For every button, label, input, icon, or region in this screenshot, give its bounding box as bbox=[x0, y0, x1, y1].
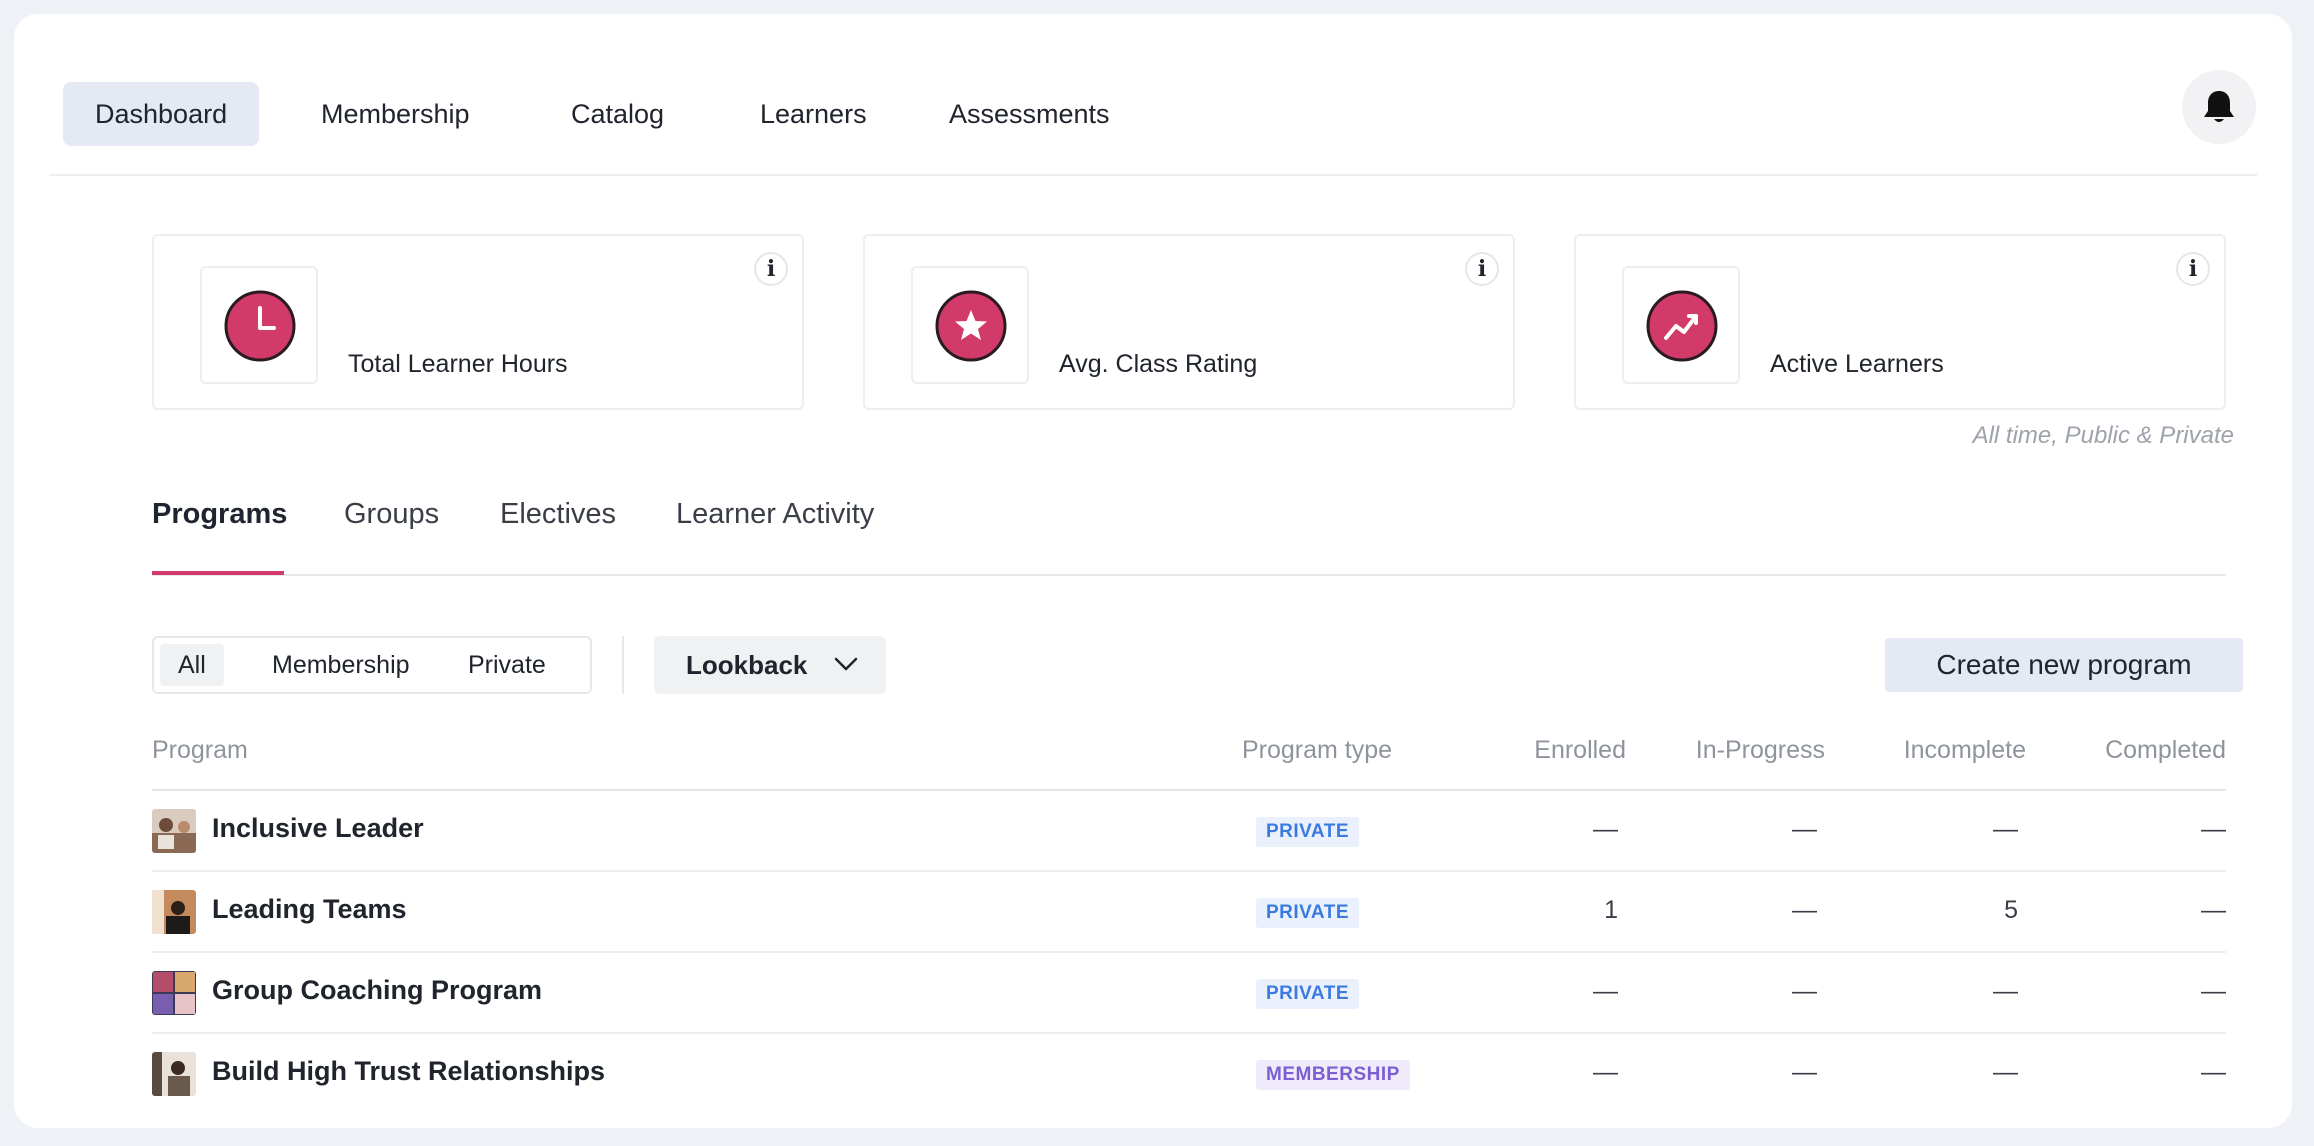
filter-membership[interactable]: Membership bbox=[248, 644, 434, 686]
nav-catalog[interactable]: Catalog bbox=[539, 82, 696, 146]
enrolled-cell: — bbox=[1593, 815, 1618, 843]
nav-dashboard[interactable]: Dashboard bbox=[63, 82, 260, 146]
column-header-program[interactable]: Program bbox=[152, 736, 248, 765]
incomplete-cell: — bbox=[1993, 815, 2018, 843]
in-progress-cell: — bbox=[1792, 1058, 1817, 1086]
column-header-incomplete[interactable]: Incomplete bbox=[1904, 736, 2026, 765]
stat-icon-box bbox=[911, 266, 1029, 384]
program-type-badge: PRIVATE bbox=[1256, 898, 1360, 928]
in-progress-cell: — bbox=[1792, 815, 1817, 843]
table-row[interactable]: Inclusive Leader PRIVATE — — — — bbox=[152, 791, 2226, 872]
stat-icon-box bbox=[200, 266, 318, 384]
program-thumbnail bbox=[152, 971, 196, 1015]
stat-label: Total Learner Hours bbox=[348, 350, 568, 378]
lookback-dropdown[interactable]: Lookback bbox=[654, 636, 886, 694]
stat-card-total-learner-hours: Total Learner Hours i bbox=[152, 234, 804, 410]
nav-catalog-label: Catalog bbox=[571, 99, 665, 129]
nav-membership[interactable]: Membership bbox=[289, 82, 502, 146]
create-new-program-button[interactable]: Create new program bbox=[1885, 638, 2243, 692]
tab-groups[interactable]: Groups bbox=[344, 498, 439, 531]
notifications-button[interactable] bbox=[2182, 70, 2256, 144]
tab-learner-activity[interactable]: Learner Activity bbox=[676, 498, 874, 531]
info-icon[interactable]: i bbox=[754, 252, 788, 286]
lookback-label: Lookback bbox=[686, 650, 808, 680]
in-progress-cell: — bbox=[1792, 977, 1817, 1005]
column-header-in-progress[interactable]: In-Progress bbox=[1696, 736, 1825, 765]
info-icon[interactable]: i bbox=[2176, 252, 2210, 286]
stat-label: Avg. Class Rating bbox=[1059, 350, 1258, 378]
info-icon[interactable]: i bbox=[1465, 252, 1499, 286]
app-window: Dashboard Membership Catalog Learners As… bbox=[14, 14, 2292, 1128]
program-type-badge: PRIVATE bbox=[1256, 817, 1360, 847]
program-type-badge: PRIVATE bbox=[1256, 979, 1360, 1009]
incomplete-cell: — bbox=[1993, 1058, 2018, 1086]
tab-electives[interactable]: Electives bbox=[500, 498, 616, 531]
completed-cell: — bbox=[2201, 896, 2226, 924]
program-thumbnail bbox=[152, 890, 196, 934]
program-thumbnail bbox=[152, 1052, 196, 1096]
completed-cell: — bbox=[2201, 977, 2226, 1005]
program-filter-segmented-control: All Membership Private bbox=[152, 636, 592, 694]
program-name[interactable]: Inclusive Leader bbox=[212, 813, 424, 844]
star-icon bbox=[935, 290, 1007, 362]
enrolled-cell: — bbox=[1593, 977, 1618, 1005]
stat-icon-box bbox=[1622, 266, 1740, 384]
incomplete-cell: 5 bbox=[2004, 896, 2018, 924]
enrolled-cell: — bbox=[1593, 1058, 1618, 1086]
nav-learners-label: Learners bbox=[760, 99, 867, 129]
filter-divider bbox=[622, 636, 624, 694]
table-row[interactable]: Leading Teams PRIVATE 1 — 5 — bbox=[152, 872, 2226, 953]
nav-assessments-label: Assessments bbox=[949, 99, 1110, 129]
enrolled-cell: 1 bbox=[1604, 896, 1618, 924]
nav-learners[interactable]: Learners bbox=[728, 82, 899, 146]
program-name[interactable]: Build High Trust Relationships bbox=[212, 1056, 605, 1087]
stat-card-avg-class-rating: Avg. Class Rating i bbox=[863, 234, 1515, 410]
stats-caption: All time, Public & Private bbox=[1972, 422, 2234, 449]
table-row[interactable]: Group Coaching Program PRIVATE — — — — bbox=[152, 953, 2226, 1034]
program-name[interactable]: Group Coaching Program bbox=[212, 975, 542, 1006]
stat-card-active-learners: Active Learners i bbox=[1574, 234, 2226, 410]
completed-cell: — bbox=[2201, 815, 2226, 843]
completed-cell: — bbox=[2201, 1058, 2226, 1086]
table-row[interactable]: Build High Trust Relationships MEMBERSHI… bbox=[152, 1034, 2226, 1115]
trend-up-icon bbox=[1646, 290, 1718, 362]
column-header-enrolled[interactable]: Enrolled bbox=[1534, 736, 1626, 765]
incomplete-cell: — bbox=[1993, 977, 2018, 1005]
nav-assessments[interactable]: Assessments bbox=[917, 82, 1142, 146]
clock-icon bbox=[224, 290, 296, 362]
tab-programs[interactable]: Programs bbox=[152, 498, 287, 531]
program-thumbnail bbox=[152, 809, 196, 853]
filter-all[interactable]: All bbox=[160, 644, 224, 686]
program-type-badge: MEMBERSHIP bbox=[1256, 1060, 1410, 1090]
nav-dashboard-label: Dashboard bbox=[95, 99, 228, 129]
column-header-program-type[interactable]: Program type bbox=[1242, 736, 1392, 765]
tabs-divider bbox=[152, 574, 2226, 576]
column-header-completed[interactable]: Completed bbox=[2105, 736, 2226, 765]
nav-membership-label: Membership bbox=[321, 99, 470, 129]
nav-divider bbox=[49, 174, 2257, 176]
program-name[interactable]: Leading Teams bbox=[212, 894, 407, 925]
in-progress-cell: — bbox=[1792, 896, 1817, 924]
bell-icon bbox=[2204, 91, 2234, 122]
chevron-down-icon bbox=[834, 657, 858, 671]
active-tab-indicator bbox=[152, 571, 284, 575]
stat-label: Active Learners bbox=[1770, 350, 1944, 378]
filter-private[interactable]: Private bbox=[444, 644, 570, 686]
